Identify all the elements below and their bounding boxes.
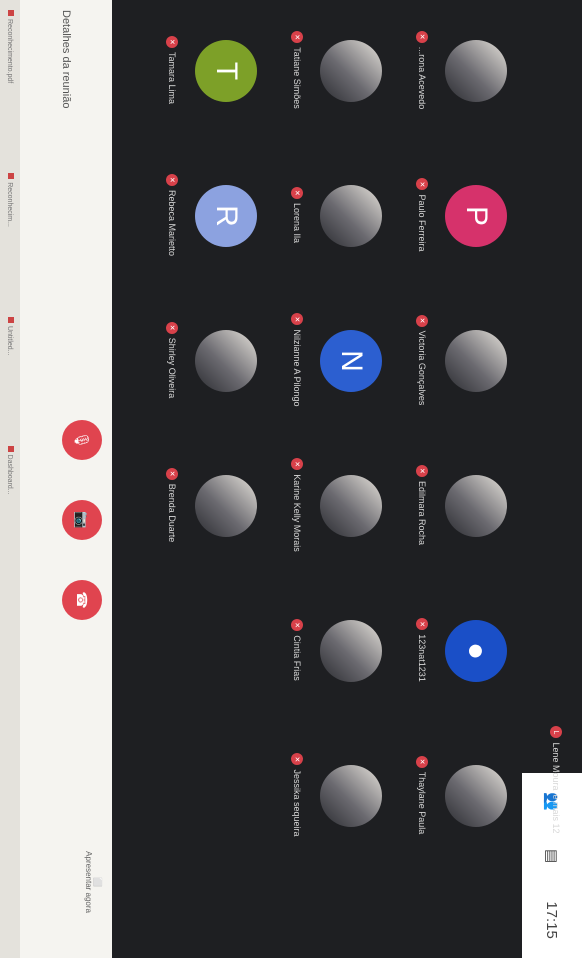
participant-tile[interactable]: ✕ Victoria Gonçalves <box>402 300 512 420</box>
participant-tile[interactable]: ● ✕ 123nat1231 <box>402 590 512 710</box>
participant-name: Rebeca Marietto <box>167 189 177 257</box>
participant-tile[interactable]: ✕ Cintia Frias <box>277 590 387 710</box>
chat-icon[interactable]: ▤ <box>543 849 561 863</box>
participant-name: ...rona Acevedo <box>417 46 427 110</box>
avatar <box>445 40 507 102</box>
participant-name-row: ✕ ...rona Acevedo <box>416 10 428 130</box>
avatar <box>445 475 507 537</box>
avatar <box>320 765 382 827</box>
avatar <box>320 620 382 682</box>
present-now-button[interactable]: ⬜ Apresentar agora <box>84 851 102 913</box>
participant-name: Jessika sequeira <box>292 769 302 837</box>
participant-name: Victoria Gonçalves <box>417 330 427 406</box>
camera-button[interactable]: 📷 <box>62 500 102 540</box>
participant-name-row: ✕ Karine Kelly Morais <box>291 445 303 565</box>
mic-off-icon: ✕ <box>166 467 178 480</box>
more-suffix: e mais 12 <box>551 794 561 834</box>
participant-tile[interactable]: ✕ Jessika sequeira <box>277 735 387 855</box>
participant-name: Brenda Duarte <box>167 483 177 543</box>
mic-off-icon: ✕ <box>416 755 428 768</box>
avatar <box>445 330 507 392</box>
avatar <box>320 40 382 102</box>
avatar <box>320 475 382 537</box>
participant-name-row: ✕ Tatiane Simões <box>291 10 303 130</box>
taskbar-item[interactable]: Reconhecim... <box>6 173 14 227</box>
participant-name-row: ✕ Rebeca Marietto <box>166 155 178 275</box>
participant-grid: 👥 ▤ 17:15 ✕ ...rona Acevedo P ✕ Paulo Ferrei… <box>112 0 582 958</box>
mic-off-icon: ✕ <box>291 753 303 766</box>
participant-tile[interactable]: R ✕ Rebeca Marietto <box>152 155 262 275</box>
call-controls: 🎙 📷 ☎ <box>62 420 102 620</box>
participant-name: Nilzianne A Pilongo <box>292 329 302 407</box>
avatar <box>195 475 257 537</box>
participant-tile[interactable]: ✕ Shirley Oliveira <box>152 300 262 420</box>
participant-name: Cintia Frias <box>292 635 302 681</box>
participant-name-row: ✕ Paulo Ferreira <box>416 155 428 275</box>
mic-off-icon: ✕ <box>416 464 428 477</box>
present-icon: ⬜ <box>93 877 102 888</box>
avatar: T <box>195 40 257 102</box>
clock: 17:15 <box>543 901 561 939</box>
mic-off-icon: ✕ <box>291 619 303 632</box>
participant-name: Paulo Ferreira <box>417 194 427 252</box>
mic-off-icon: ✕ <box>291 313 303 326</box>
hangup-button[interactable]: ☎ <box>62 580 102 620</box>
participant-name: 123nat1231 <box>417 634 427 682</box>
participant-name-row: ✕ Thaylane Paula <box>416 735 428 855</box>
taskbar-item[interactable]: Untitled... <box>6 316 14 356</box>
participant-name: Shirley Oliveira <box>167 337 177 399</box>
mic-off-icon: ✕ <box>166 173 178 186</box>
participant-name-row: ✕ Jessika sequeira <box>291 735 303 855</box>
mic-off-icon: ✕ <box>291 458 303 471</box>
mic-off-icon: ✕ <box>416 314 428 327</box>
more-name: Lene Moura <box>551 742 561 791</box>
mic-button[interactable]: 🎙 <box>62 420 102 460</box>
avatar: R <box>195 185 257 247</box>
avatar <box>320 185 382 247</box>
participant-tile[interactable]: ✕ ...rona Acevedo <box>402 10 512 130</box>
participant-name-row: ✕ Tamara Lima <box>166 10 178 130</box>
avatar: ● <box>445 620 507 682</box>
mic-off-icon: ✕ <box>416 178 428 191</box>
participant-name: Lorena Ila <box>292 202 302 244</box>
participant-tile[interactable]: ✕ Tatiane Simões <box>277 10 387 130</box>
participant-name: Karine Kelly Morais <box>292 474 302 552</box>
avatar <box>195 330 257 392</box>
participant-name: Thaylane Paula <box>417 771 427 835</box>
more-participants[interactable]: L Lene Moura e mais 12 <box>472 720 582 840</box>
meeting-details-button[interactable]: Detalhes da reunião <box>60 10 72 108</box>
participant-name: Tatiane Simões <box>292 47 302 109</box>
taskbar-item[interactable]: Reconhecimento.pdf <box>6 10 14 83</box>
mic-off-icon: ✕ <box>166 35 178 48</box>
mic-off-icon: ✕ <box>416 30 428 43</box>
participant-tile[interactable]: ✕ Lorena Ila <box>277 155 387 275</box>
participant-tile[interactable]: P ✕ Paulo Ferreira <box>402 155 512 275</box>
participant-name-row: ✕ Victoria Gonçalves <box>416 300 428 420</box>
participant-name-row: ✕ Cintia Frias <box>291 590 303 710</box>
mic-off-icon: ✕ <box>291 31 303 44</box>
mic-off-icon: ✕ <box>166 321 178 334</box>
mic-off-icon: ✕ <box>416 618 428 631</box>
present-label: Apresentar agora <box>84 851 93 913</box>
participant-name: Edilmara Rocha <box>417 480 427 546</box>
participant-name-row: ✕ Shirley Oliveira <box>166 300 178 420</box>
participant-name-row: ✕ 123nat1231 <box>416 590 428 710</box>
avatar: N <box>320 330 382 392</box>
participant-tile[interactable]: N ✕ Nilzianne A Pilongo <box>277 300 387 420</box>
participant-tile[interactable]: ✕ Brenda Duarte <box>152 445 262 565</box>
bottom-bar: Detalhes da reunião 🎙 📷 ☎ ⬜ Apresentar a… <box>0 0 112 958</box>
participant-name-row: ✕ Nilzianne A Pilongo <box>291 300 303 420</box>
taskbar-item[interactable]: Dashboard... <box>6 445 14 495</box>
participant-tile[interactable]: T ✕ Tamara Lima <box>152 10 262 130</box>
participant-tile[interactable]: ✕ Karine Kelly Morais <box>277 445 387 565</box>
participant-badge-icon: L <box>550 726 562 739</box>
taskbar: Reconhecimento.pdf Reconhecim... Untitle… <box>0 0 20 958</box>
avatar: P <box>445 185 507 247</box>
participant-tile[interactable]: ✕ Edilmara Rocha <box>402 445 512 565</box>
mic-off-icon: ✕ <box>291 186 303 199</box>
participant-name-row: ✕ Brenda Duarte <box>166 445 178 565</box>
participant-name-row: ✕ Edilmara Rocha <box>416 445 428 565</box>
participant-name: Tamara Lima <box>167 51 177 105</box>
participant-name-row: ✕ Lorena Ila <box>291 155 303 275</box>
